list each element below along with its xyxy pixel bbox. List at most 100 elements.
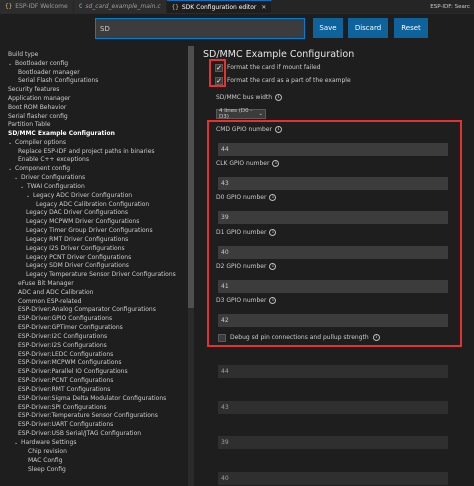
sidebar-tree: Build type ⌄ Bootloader config Bootloader m…	[0, 46, 190, 486]
chevron-down-icon[interactable]: ⌄	[26, 192, 31, 200]
sidebar-item[interactable]: eFuse Bit Manager	[18, 280, 74, 288]
sidebar-item-label: ESP-Driver:PCNT Configurations	[18, 377, 114, 384]
sidebar-item[interactable]: Legacy PCNT Driver Configurations	[26, 254, 131, 262]
save-button[interactable]: Save	[313, 18, 343, 38]
sidebar-item[interactable]: MAC Config	[28, 457, 63, 465]
sidebar-item-label: Compiler options	[15, 139, 67, 146]
sidebar-item-label: Legacy SDM Driver Configurations	[26, 262, 129, 269]
sidebar-item[interactable]: Serial Flash Configurations	[18, 77, 98, 85]
sidebar-item[interactable]: Legacy Temperature Sensor Driver Configu…	[26, 271, 176, 279]
bus-width-label: SD/MMC bus width i	[216, 94, 283, 101]
sidebar-item[interactable]: Replace ESP-IDF and project paths in bin…	[18, 148, 155, 156]
sidebar-item-label: ESP-Driver:Parallel IO Configurations	[18, 368, 128, 375]
sidebar-item-label: SD/MMC Example Configuration	[8, 130, 115, 137]
sidebar-item[interactable]: ⌄ Compiler options	[8, 139, 66, 147]
config-number-input[interactable]: 44	[218, 365, 448, 378]
sidebar-item[interactable]: ESP-Driver:USB Serial/JTAG Configuration	[18, 430, 141, 438]
sidebar-item[interactable]: ESP-Driver:MCPWM Configurations	[18, 359, 121, 367]
sidebar-item[interactable]: ESP-Driver:UART Configurations	[18, 421, 113, 429]
sidebar-item[interactable]: Partition Table	[8, 121, 50, 129]
tab-esp-idf-welcome[interactable]: {} ESP-IDF Welcome	[0, 0, 74, 13]
chevron-down-icon[interactable]: ⌄	[14, 439, 19, 447]
chevron-down-icon[interactable]: ⌄	[8, 139, 13, 147]
sidebar-item-label: Legacy ADC Calibration Configuration	[36, 201, 150, 208]
bus-width-select[interactable]: 4 lines (D0 - D3) ⌄	[216, 108, 266, 120]
sidebar-item-label: Legacy Temperature Sensor Driver Configu…	[26, 271, 176, 278]
sidebar-item[interactable]: ESP-Driver:GPTimer Configurations	[18, 324, 123, 332]
sidebar-item[interactable]: Sleep Config	[28, 466, 66, 474]
sidebar-item[interactable]: ESP-Driver:LEDC Configurations	[18, 351, 113, 359]
sidebar-item[interactable]: Legacy SDM Driver Configurations	[26, 262, 129, 270]
tab-label: SDK Configuration editor	[181, 3, 257, 11]
chevron-down-icon[interactable]: ⌄	[14, 174, 19, 182]
tab-sdk-configuration-editor[interactable]: {} SDK Configuration editor ✕	[166, 0, 273, 13]
sidebar-item[interactable]: Bootloader manager	[18, 69, 80, 77]
sidebar-item-label: Bootloader manager	[18, 69, 80, 76]
sidebar-item[interactable]: Legacy MCPWM Driver Configurations	[26, 218, 139, 226]
tab-label: sd_card_example_main.c	[85, 3, 161, 10]
sidebar-item-label: Serial flasher config	[8, 113, 68, 120]
sidebar-item[interactable]: Legacy Timer Group Driver Configurations	[26, 227, 153, 235]
sidebar-item[interactable]: ESP-Driver:GPIO Configurations	[18, 315, 112, 323]
sidebar-scrollbar[interactable]	[188, 46, 194, 486]
sidebar-item-label: Partition Table	[8, 121, 51, 128]
sidebar-item[interactable]: Legacy RMT Driver Configurations	[26, 236, 128, 244]
sidebar-item-label: ESP-Driver:GPIO Configurations	[18, 315, 113, 322]
sidebar-item[interactable]: ESP-Driver:Parallel IO Configurations	[18, 368, 128, 376]
sidebar-item[interactable]: ⌄ Bootloader config	[8, 60, 68, 68]
chevron-down-icon[interactable]: ⌄	[8, 165, 13, 173]
chevron-down-icon: ⌄	[258, 111, 263, 117]
sidebar-item-label: Sleep Config	[28, 466, 66, 473]
scrollbar-thumb[interactable]	[188, 46, 194, 308]
sidebar-item[interactable]: ADC and ADC Calibration	[18, 289, 93, 297]
json-file-icon: {}	[171, 3, 179, 11]
sidebar-item[interactable]: Chip revision	[28, 448, 67, 456]
search-input[interactable]	[95, 18, 305, 39]
sidebar-item[interactable]: Security features	[8, 86, 59, 94]
sidebar-item[interactable]: Serial flasher config	[8, 113, 68, 121]
sidebar-item[interactable]: Legacy I2S Driver Configurations	[26, 245, 125, 253]
sidebar-item[interactable]: ESP-Driver:I2C Configurations	[18, 333, 107, 341]
sidebar-item[interactable]: Legacy DAC Driver Configurations	[26, 209, 128, 217]
sidebar-item[interactable]: Enable C++ exceptions	[18, 156, 89, 164]
sidebar-item-label: Legacy ADC Driver Configuration	[33, 192, 133, 199]
sidebar-item[interactable]: ESP-Driver:RMT Configurations	[18, 386, 110, 394]
sidebar-item[interactable]: ESP-Driver:SPI Configurations	[18, 404, 107, 412]
sidebar-item-label: ESP-Driver:MCPWM Configurations	[18, 359, 122, 366]
config-number-input[interactable]: 43	[218, 401, 448, 414]
chevron-down-icon[interactable]: ⌄	[20, 183, 25, 191]
info-icon[interactable]: i	[275, 94, 283, 101]
sidebar-item-label: ESP-Driver:I2S Configurations	[18, 342, 107, 349]
discard-button[interactable]: Discard	[348, 18, 388, 38]
sidebar-item[interactable]: Build type	[8, 51, 38, 59]
sidebar-item[interactable]: ⌄ TWAI Configuration	[20, 183, 85, 191]
sidebar-item[interactable]: ESP-Driver:Analog Comparator Configurati…	[18, 306, 156, 314]
chevron-down-icon[interactable]: ⌄	[8, 60, 13, 68]
sidebar-item-label: ESP-Driver:Analog Comparator Configurati…	[18, 306, 156, 313]
sidebar-item-label: Legacy RMT Driver Configurations	[26, 236, 129, 243]
sidebar-item[interactable]: ⌄ Driver Configurations	[14, 174, 85, 182]
sidebar-item[interactable]: ⌄ Hardware Settings	[14, 439, 77, 447]
c-file-icon: C	[78, 3, 83, 10]
sidebar-item[interactable]: ESP-Driver:PCNT Configurations	[18, 377, 113, 385]
format-if-mount-failed-row[interactable]: ✓ Format the card if mount failed	[215, 63, 321, 72]
reset-button[interactable]: Reset	[394, 18, 428, 38]
sidebar-item[interactable]: ESP-Driver:Sigma Delta Modulator Configu…	[18, 395, 166, 403]
sidebar-item[interactable]: Legacy ADC Calibration Configuration	[36, 201, 149, 209]
tab-sd-card-example-main[interactable]: C sd_card_example_main.c	[73, 0, 167, 13]
format-as-part-of-example-row[interactable]: ✓ Format the card as a part of the examp…	[215, 76, 351, 85]
config-number-input[interactable]: 39	[218, 436, 448, 449]
sidebar-item[interactable]: ESP-Driver:I2S Configurations	[18, 342, 107, 350]
sidebar-item[interactable]: Common ESP-related	[18, 298, 81, 306]
config-number-input[interactable]: 40	[218, 472, 448, 485]
highlight-box-gpio-fields	[207, 120, 462, 347]
sidebar-item[interactable]: SD/MMC Example Configuration	[8, 130, 115, 138]
sidebar-item[interactable]: Boot ROM Behavior	[8, 104, 66, 112]
sidebar-item[interactable]: ⌄ Legacy ADC Driver Configuration	[26, 192, 132, 200]
tab-bar: {} ESP-IDF Welcome C sd_card_example_mai…	[0, 0, 474, 14]
sidebar-item[interactable]: ⌄ Component config	[8, 165, 70, 173]
sidebar-item[interactable]: Application manager	[8, 95, 70, 103]
close-icon[interactable]: ✕	[261, 4, 266, 11]
sidebar-item[interactable]: ESP-Driver:Temperature Sensor Configurat…	[18, 412, 158, 420]
sidebar-item-label: Legacy I2S Driver Configurations	[26, 245, 125, 252]
